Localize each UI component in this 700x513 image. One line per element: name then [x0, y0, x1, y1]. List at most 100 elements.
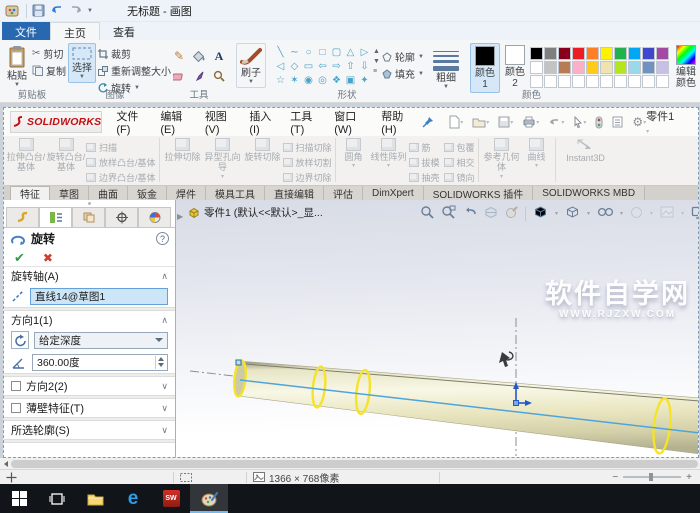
shapes-scroll-up-icon[interactable]: ▲: [373, 48, 380, 55]
swept-boss-button[interactable]: 扫描: [86, 141, 156, 154]
eyedropper-icon[interactable]: [190, 67, 208, 85]
tab-features[interactable]: 特征: [10, 186, 50, 201]
palette-swatch[interactable]: [642, 61, 655, 74]
size-dropdown-icon[interactable]: ▼: [443, 84, 449, 90]
palette-swatch-empty[interactable]: [628, 75, 641, 88]
intersect-button[interactable]: 相交: [443, 156, 475, 169]
task-view-button[interactable]: [38, 484, 76, 513]
color1-button[interactable]: 颜色1: [470, 43, 500, 93]
axis-section-header[interactable]: 旋转轴(A) ∧: [4, 267, 175, 285]
scrollbar-thumb[interactable]: [11, 459, 698, 468]
thin-feature-section-header[interactable]: 薄壁特征(T) ∨: [4, 399, 175, 417]
lofted-boss-button[interactable]: 放样凸台/基体: [86, 156, 156, 169]
options-gear-icon[interactable]: ⚙ ▾: [632, 115, 646, 129]
propertymanager-tab[interactable]: [39, 207, 72, 227]
dimxpert-manager-tab[interactable]: [105, 207, 138, 227]
palette-swatch[interactable]: [558, 61, 571, 74]
featuremanager-tree-tab[interactable]: [6, 207, 39, 227]
brushes-button[interactable]: 刷子 ▼: [236, 43, 266, 88]
palette-swatch[interactable]: [572, 47, 585, 60]
brushes-dropdown-icon[interactable]: ▼: [248, 79, 254, 85]
shapes-scroll-down-icon[interactable]: ▼: [373, 58, 380, 65]
model-canvas[interactable]: [176, 200, 698, 457]
fill-button[interactable]: 填充 ▼: [382, 66, 424, 81]
horizontal-scrollbar[interactable]: [0, 458, 700, 469]
size-button[interactable]: 粗细 ▼: [430, 43, 462, 92]
help-icon[interactable]: ?: [156, 232, 169, 245]
magnifier-icon[interactable]: [210, 67, 228, 85]
fill-dropdown-icon[interactable]: ▼: [418, 71, 424, 77]
qat-dropdown-icon[interactable]: ▼: [87, 8, 93, 14]
tab-view[interactable]: 查看: [100, 22, 148, 40]
reference-geometry-button[interactable]: 参考几何体 ▾: [482, 138, 522, 180]
extruded-cut-button[interactable]: 拉伸切除: [163, 138, 203, 162]
ok-icon[interactable]: ✔: [14, 250, 25, 266]
menu-tools[interactable]: 工具(T): [290, 108, 320, 136]
palette-swatch[interactable]: [530, 61, 543, 74]
shell-button[interactable]: 抽壳: [408, 171, 440, 184]
direction2-checkbox[interactable]: [11, 381, 21, 391]
instant3d-button[interactable]: Instant3D: [559, 138, 613, 163]
eraser-icon[interactable]: [170, 67, 188, 85]
save-icon[interactable]: ▾: [498, 116, 513, 128]
revolve-direction-icon[interactable]: [11, 331, 29, 349]
revolved-cut-button[interactable]: 旋转切除: [243, 138, 283, 162]
tab-sheet-metal[interactable]: 钣金: [128, 186, 167, 201]
select-dropdown-icon[interactable]: ▼: [79, 74, 85, 80]
palette-swatch[interactable]: [642, 47, 655, 60]
tab-file[interactable]: 文件: [2, 22, 50, 40]
palette-swatch[interactable]: [530, 47, 543, 60]
file-explorer-button[interactable]: [76, 484, 114, 513]
shapes-grid[interactable]: ╲ ∼ ○ □ ▢ △ ▷ ◁ ◇ ▭ ⇦ ⇨ ⇧ ⇩ ☆ ✶ ◉ ◎ ❖ ▣ ✦: [272, 43, 373, 87]
wrap-button[interactable]: 包覆: [443, 141, 475, 154]
pin-icon[interactable]: [422, 116, 434, 128]
tab-direct-editing[interactable]: 直接编辑: [265, 186, 324, 201]
tab-weldments[interactable]: 焊件: [167, 186, 206, 201]
palette-swatch[interactable]: [614, 47, 627, 60]
paint-app-button[interactable]: [190, 484, 228, 513]
undo-icon[interactable]: [49, 3, 65, 19]
menu-window[interactable]: 窗口(W): [334, 108, 367, 136]
tab-surfaces[interactable]: 曲面: [89, 186, 128, 201]
angle-spinner[interactable]: [155, 355, 166, 369]
thin-feature-checkbox[interactable]: [11, 403, 21, 413]
hole-wizard-button[interactable]: 异型孔向导 ▾: [203, 138, 243, 180]
tab-sketch[interactable]: 草图: [50, 186, 89, 201]
save-icon[interactable]: [30, 3, 46, 19]
boundary-boss-button[interactable]: 边界凸台/基体: [86, 171, 156, 184]
graphics-viewport[interactable]: ▶ 零件1 (默认<<默认>_显... ▾ ▾ ▾ ▾ ▾ 软件自学网 WWW.…: [176, 200, 698, 457]
file-properties-icon[interactable]: [612, 116, 623, 128]
new-document-icon[interactable]: ▾: [448, 115, 463, 129]
resize-button[interactable]: 重新调整大小: [98, 63, 171, 78]
menu-help[interactable]: 帮助(H): [381, 108, 412, 136]
paint-canvas[interactable]: SOLIDWORKS 文件(F) 编辑(E) 视图(V) 插入(I) 工具(T)…: [0, 103, 700, 458]
palette-swatch[interactable]: [600, 61, 613, 74]
palette-swatch-empty[interactable]: [642, 75, 655, 88]
tab-mold-tools[interactable]: 模具工具: [206, 186, 265, 201]
curves-button[interactable]: 曲线 ▾: [522, 138, 552, 169]
rib-button[interactable]: 筋: [408, 141, 440, 154]
pencil-icon[interactable]: ✎: [170, 47, 188, 65]
palette-swatch[interactable]: [628, 61, 641, 74]
scroll-left-icon[interactable]: [0, 458, 11, 469]
vertex-marker[interactable]: [235, 359, 242, 366]
edit-colors-button[interactable]: 编辑颜色: [669, 43, 700, 91]
end-condition-dropdown[interactable]: 给定深度: [34, 331, 168, 349]
outline-button[interactable]: 轮廓 ▼: [382, 49, 424, 64]
redo-icon[interactable]: [68, 3, 84, 19]
select-button[interactable]: 选择 ▼: [68, 43, 96, 83]
axis-selection-field[interactable]: 直线14@草图1: [30, 287, 168, 305]
palette-swatch[interactable]: [572, 61, 585, 74]
palette-swatch[interactable]: [656, 47, 669, 60]
open-icon[interactable]: ▾: [472, 116, 489, 128]
palette-swatch[interactable]: [586, 47, 599, 60]
lofted-cut-button[interactable]: 放样切割: [282, 156, 332, 169]
selected-contours-section-header[interactable]: 所选轮廓(S) ∨: [4, 421, 175, 439]
color2-button[interactable]: 颜色2: [500, 43, 530, 91]
zoom-slider-thumb[interactable]: [649, 473, 654, 481]
fillet-button[interactable]: 圆角 ▾: [339, 138, 369, 169]
draft-button[interactable]: 拔模: [408, 156, 440, 169]
print-icon[interactable]: ▾: [522, 116, 539, 128]
zoom-in-icon[interactable]: +: [686, 472, 692, 483]
solidworks-app-button[interactable]: SW: [152, 484, 190, 513]
